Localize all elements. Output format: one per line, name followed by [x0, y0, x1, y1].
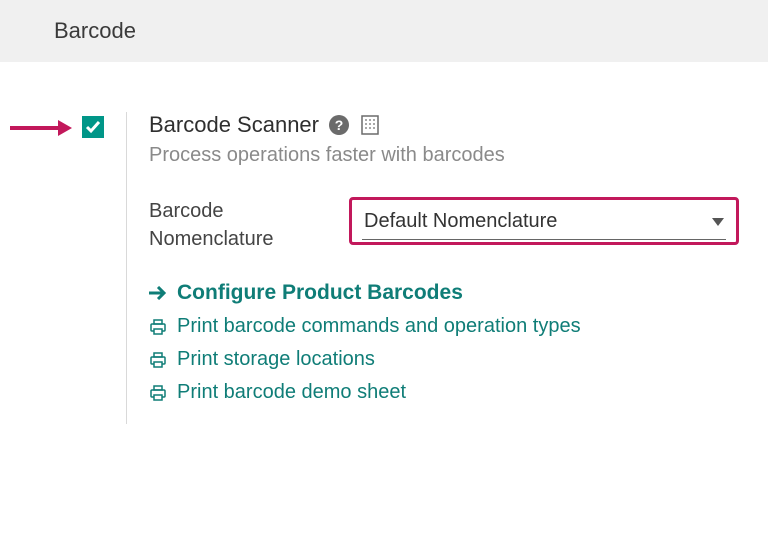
highlight-box: Default Nomenclature: [349, 197, 739, 245]
arrow-right-icon: [149, 286, 167, 300]
printer-icon: [149, 318, 167, 336]
chevron-down-icon: [712, 218, 724, 226]
setting-title: Barcode Scanner: [149, 112, 319, 138]
barcode-scanner-checkbox[interactable]: [82, 116, 104, 138]
print-demo-link[interactable]: Print barcode demo sheet: [149, 381, 739, 404]
separator-line: [126, 112, 127, 424]
section-header: Barcode: [0, 0, 768, 62]
nomenclature-dropdown[interactable]: Default Nomenclature: [362, 208, 726, 240]
setting-body: Barcode Scanner ? Process operations fas…: [149, 112, 739, 424]
print-locations-link[interactable]: Print storage locations: [149, 348, 739, 371]
print-locations-label: Print storage locations: [177, 348, 375, 371]
nomenclature-value: Default Nomenclature: [364, 210, 557, 233]
building-icon[interactable]: [359, 114, 381, 136]
setting-title-row: Barcode Scanner ?: [149, 112, 739, 138]
printer-icon: [149, 384, 167, 402]
check-icon: [84, 118, 102, 136]
setting-description: Process operations faster with barcodes: [149, 144, 739, 167]
print-commands-link[interactable]: Print barcode commands and operation typ…: [149, 315, 739, 338]
print-demo-label: Print barcode demo sheet: [177, 381, 406, 404]
configure-barcodes-link[interactable]: Configure Product Barcodes: [149, 281, 739, 305]
nomenclature-label: Barcode Nomenclature: [149, 197, 309, 253]
printer-icon: [149, 351, 167, 369]
field-row: Barcode Nomenclature Default Nomenclatur…: [149, 197, 739, 253]
help-icon[interactable]: ?: [329, 115, 349, 135]
setting-row: Barcode Scanner ? Process operations fas…: [82, 112, 768, 424]
links-block: Configure Product Barcodes Print barcode…: [149, 281, 739, 404]
content-area: Barcode Scanner ? Process operations fas…: [0, 62, 768, 424]
print-commands-label: Print barcode commands and operation typ…: [177, 315, 581, 338]
annotation-arrow-icon: [10, 120, 72, 136]
section-title: Barcode: [54, 18, 136, 43]
configure-barcodes-label: Configure Product Barcodes: [177, 281, 463, 305]
